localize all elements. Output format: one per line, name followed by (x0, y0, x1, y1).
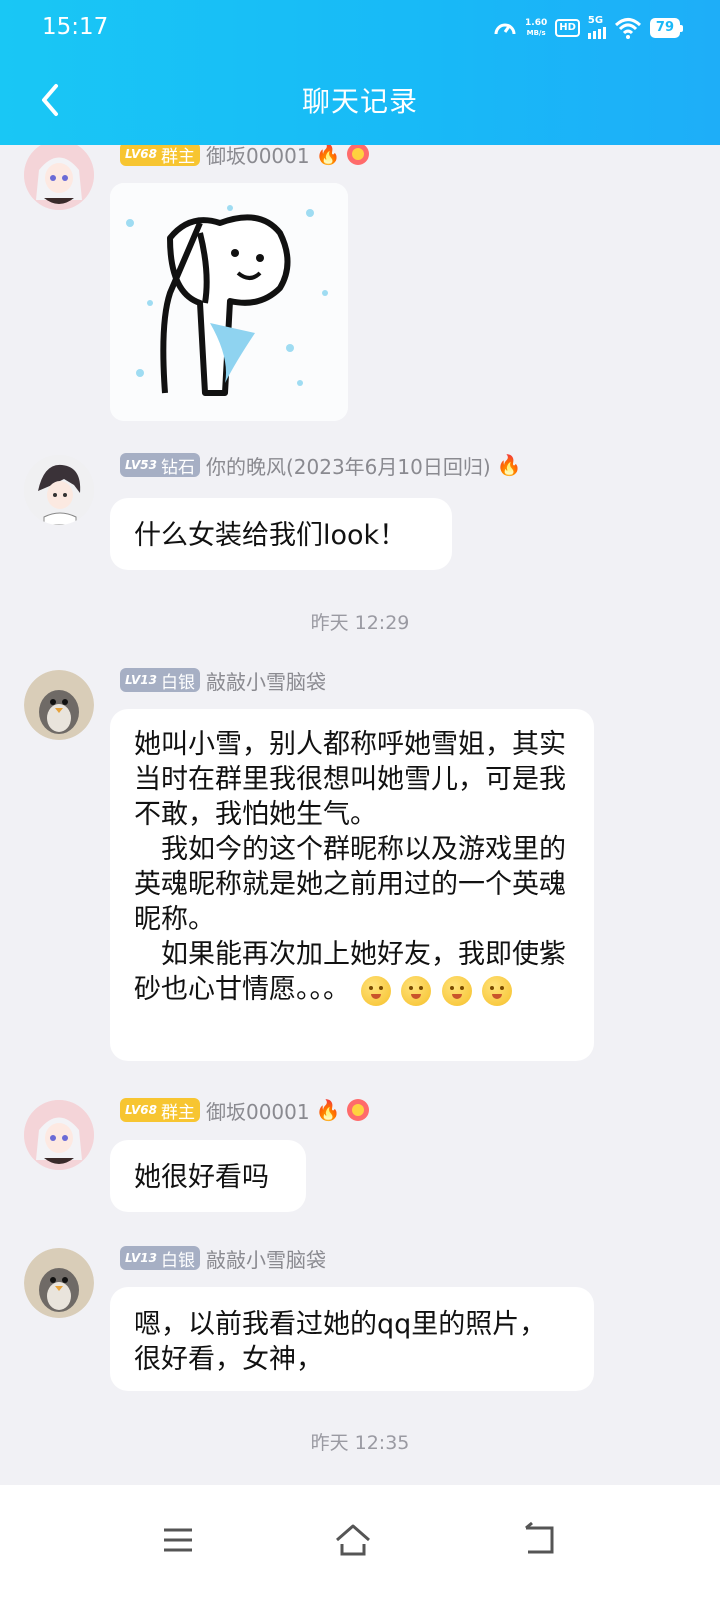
signal-icon: 5G (587, 15, 606, 39)
crying-cat-sticker-icon (110, 183, 348, 421)
message-meta: LV68 群主 御坂00001 🔥 (120, 145, 369, 169)
sender-name[interactable]: 御坂00001 (206, 145, 310, 169)
emoji-icon (401, 975, 432, 1006)
emoji-icon (441, 975, 472, 1006)
timestamp: 昨天 12:35 (310, 1432, 410, 1454)
message-meta: LV53 钻石 你的晚风(2023年6月10日回归) 🔥 (120, 450, 522, 480)
emoji-icon (360, 975, 391, 1006)
avatar[interactable] (24, 670, 94, 740)
net-speed: 1.60 MB/s (525, 18, 548, 37)
fire-icon: 🔥 (496, 453, 522, 477)
chat-history[interactable]: LV68 群主 御坂00001 🔥 LV53 钻石 你的晚风(2023年6月10… (0, 145, 720, 1485)
anime-boy-avatar-icon (24, 455, 94, 525)
level-badge: LV53 钻石 (120, 453, 200, 478)
flower-icon (346, 145, 369, 165)
message-text: 她叫小雪，别人都称呼她雪姐，其实当时在群里我很想叫她雪儿，可是我不敢，我怕她生气… (134, 729, 566, 1005)
penguin-avatar-icon (24, 1248, 94, 1318)
sender-name[interactable]: 御坂00001 (206, 1096, 310, 1125)
menu-icon[interactable] (158, 1520, 198, 1560)
avatar[interactable] (24, 1100, 94, 1170)
anime-girl-avatar-icon (24, 145, 94, 210)
sender-name[interactable]: 你的晚风(2023年6月10日回归) (206, 451, 491, 480)
message-text: 什么女装给我们look！ (134, 520, 407, 551)
fire-icon: 🔥 (315, 145, 341, 166)
emoji-icon (482, 975, 513, 1006)
message-item: LV53 钻石 你的晚风(2023年6月10日回归) 🔥 什么女装给我们look！ (0, 450, 720, 580)
message-text: 她很好看吗 (134, 1162, 269, 1193)
message-bubble[interactable]: 她叫小雪，别人都称呼她雪姐，其实当时在群里我很想叫她雪儿，可是我不敢，我怕她生气… (110, 709, 594, 1061)
avatar[interactable] (24, 455, 94, 525)
sender-name[interactable]: 敲敲小雪脑袋 (206, 666, 326, 695)
hd-badge: HD (555, 19, 580, 37)
message-text: 嗯，以前我看过她的qq里的照片，很好看，女神， (134, 1309, 547, 1375)
page-title: 聊天记录 (301, 85, 418, 118)
system-navigation-bar (0, 1485, 720, 1600)
message-bubble[interactable]: 她很好看吗 (110, 1140, 306, 1212)
sender-name[interactable]: 敲敲小雪脑袋 (206, 1244, 326, 1273)
fire-icon: 🔥 (315, 1098, 341, 1122)
home-icon[interactable] (333, 1520, 373, 1560)
message-item: LV13 白银 敲敲小雪脑袋 嗯，以前我看过她的qq里的照片，很好看，女神， (0, 1243, 720, 1403)
message-meta: LV13 白银 敲敲小雪脑袋 (120, 1243, 326, 1273)
status-icons: 1.60 MB/s HD 5G 79 (493, 14, 684, 42)
message-bubble[interactable]: 嗯，以前我看过她的qq里的照片，很好看，女神， (110, 1287, 594, 1391)
flower-icon (346, 1099, 369, 1121)
message-item: LV68 群主 御坂00001 🔥 (0, 145, 720, 435)
penguin-avatar-icon (24, 670, 94, 740)
sticker-image[interactable] (110, 183, 348, 421)
level-badge: LV68 群主 (120, 1098, 200, 1123)
level-badge: LV68 群主 (120, 145, 200, 167)
app-header: 15:17 1.60 MB/s HD 5G 79 聊天记录 (0, 0, 720, 145)
anime-girl-avatar-icon (24, 1100, 94, 1170)
status-time: 15:17 (42, 14, 109, 40)
speedometer-icon (494, 23, 516, 35)
message-item: LV68 群主 御坂00001 🔥 她很好看吗 (0, 1095, 720, 1225)
message-bubble[interactable]: 什么女装给我们look！ (110, 498, 452, 570)
message-meta: LV68 群主 御坂00001 🔥 (120, 1095, 369, 1125)
level-badge: LV13 白银 (120, 1246, 200, 1271)
avatar[interactable] (24, 1248, 94, 1318)
timestamp: 昨天 12:29 (310, 612, 410, 634)
battery-indicator: 79 (649, 18, 684, 38)
level-badge: LV13 白银 (120, 668, 200, 693)
back-nav-icon[interactable] (520, 1520, 560, 1560)
message-item: LV13 白银 敲敲小雪脑袋 她叫小雪，别人都称呼她雪姐，其实当时在群里我很想叫她… (0, 665, 720, 1065)
wifi-icon (614, 18, 641, 39)
message-meta: LV13 白银 敲敲小雪脑袋 (120, 665, 326, 695)
avatar[interactable] (24, 145, 94, 210)
